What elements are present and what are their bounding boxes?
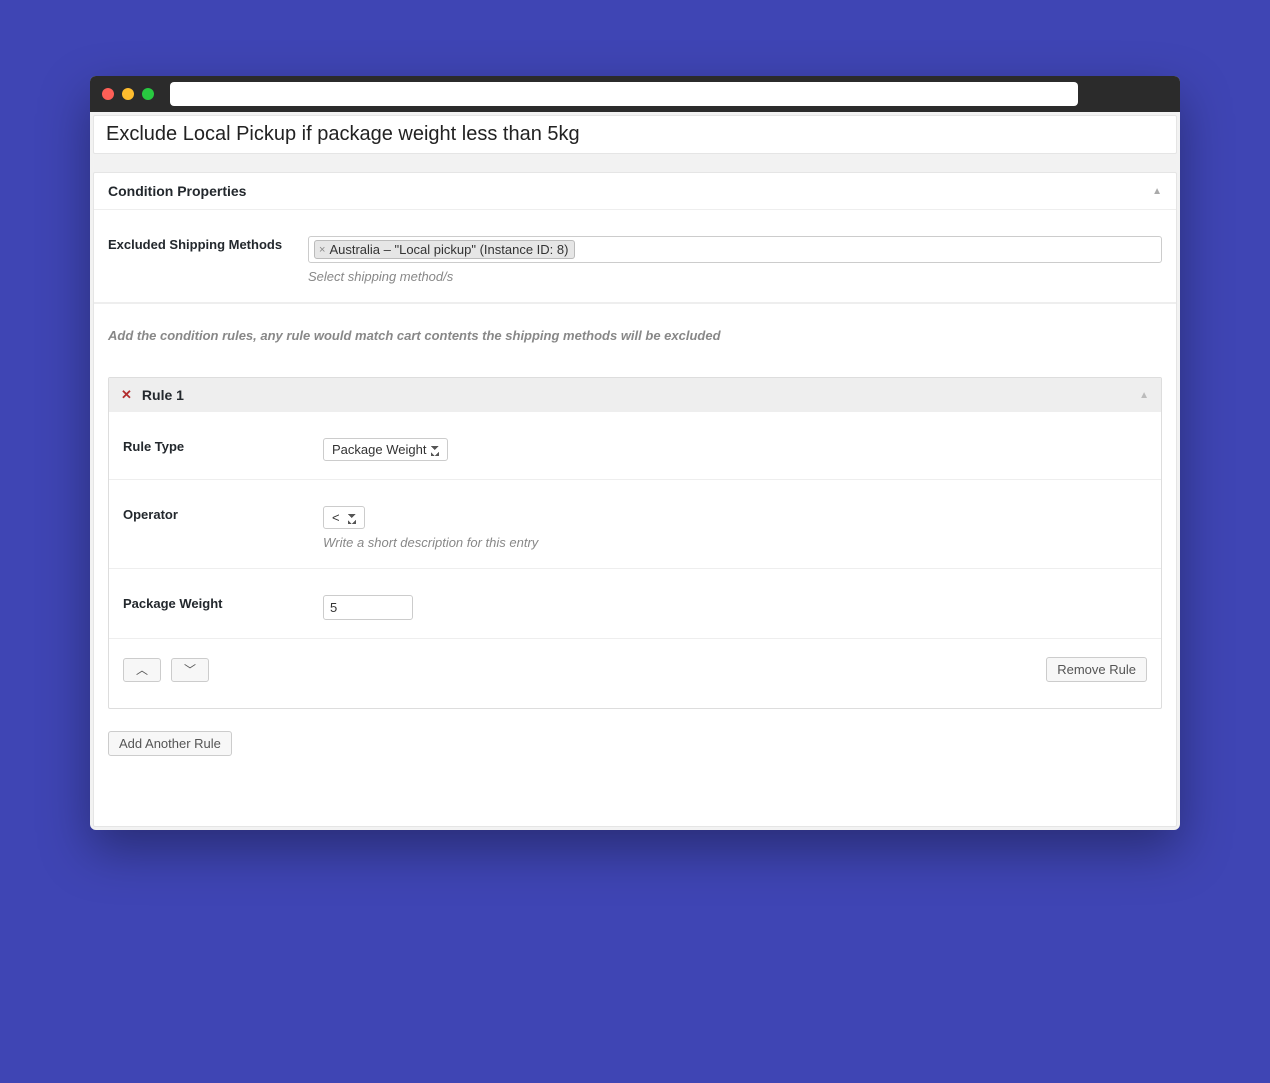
minimize-window-icon[interactable] bbox=[122, 88, 134, 100]
tag-label: Australia – "Local pickup" (Instance ID:… bbox=[329, 242, 568, 257]
rule-type-select[interactable]: Package Weight bbox=[323, 438, 448, 461]
rules-info-text: Add the condition rules, any rule would … bbox=[94, 303, 1176, 363]
rule-type-row: Rule Type Package Weight bbox=[109, 412, 1161, 480]
operator-row: Operator < Write a short description for… bbox=[109, 480, 1161, 569]
remove-rule-icon[interactable]: ✕ bbox=[121, 387, 132, 403]
page-title[interactable]: Exclude Local Pickup if package weight l… bbox=[93, 115, 1177, 154]
traffic-lights bbox=[102, 88, 154, 100]
excluded-methods-label: Excluded Shipping Methods bbox=[108, 236, 288, 284]
add-rule-button[interactable]: Add Another Rule bbox=[108, 731, 232, 756]
remove-tag-icon[interactable]: × bbox=[319, 244, 325, 256]
content-area: Exclude Local Pickup if package weight l… bbox=[90, 112, 1180, 830]
panel-body: Excluded Shipping Methods × Australia – … bbox=[94, 210, 1176, 826]
rule-title: Rule 1 bbox=[142, 387, 184, 403]
close-window-icon[interactable] bbox=[102, 88, 114, 100]
app-window: Exclude Local Pickup if package weight l… bbox=[90, 76, 1180, 830]
package-weight-label: Package Weight bbox=[123, 595, 303, 620]
window-titlebar bbox=[90, 76, 1180, 112]
excluded-methods-row: Excluded Shipping Methods × Australia – … bbox=[94, 210, 1176, 303]
operator-label: Operator bbox=[123, 506, 303, 550]
operator-hint: Write a short description for this entry bbox=[323, 535, 1147, 550]
shipping-method-tag[interactable]: × Australia – "Local pickup" (Instance I… bbox=[314, 240, 575, 259]
package-weight-input[interactable] bbox=[323, 595, 413, 620]
panel-header[interactable]: Condition Properties ▲ bbox=[94, 173, 1176, 210]
add-rule-row: Add Another Rule bbox=[94, 709, 1176, 826]
excluded-methods-hint: Select shipping method/s bbox=[308, 269, 1162, 284]
collapse-icon[interactable]: ▲ bbox=[1152, 186, 1162, 197]
operator-select[interactable]: < bbox=[323, 506, 365, 529]
package-weight-row: Package Weight bbox=[109, 569, 1161, 639]
move-down-button[interactable]: ﹀ bbox=[171, 658, 209, 682]
condition-panel: Condition Properties ▲ Excluded Shipping… bbox=[93, 172, 1177, 827]
maximize-window-icon[interactable] bbox=[142, 88, 154, 100]
rule-type-label: Rule Type bbox=[123, 438, 303, 461]
address-bar[interactable] bbox=[170, 82, 1078, 106]
rule-footer: ︿ ﹀ Remove Rule bbox=[109, 639, 1161, 708]
excluded-methods-input[interactable]: × Australia – "Local pickup" (Instance I… bbox=[308, 236, 1162, 263]
move-up-button[interactable]: ︿ bbox=[123, 658, 161, 682]
chevron-up-icon: ︿ bbox=[136, 663, 148, 677]
chevron-down-icon: ﹀ bbox=[184, 663, 196, 677]
rule-1-box: ✕ Rule 1 ▲ Rule Type Package Weight bbox=[108, 377, 1162, 709]
rule-header[interactable]: ✕ Rule 1 ▲ bbox=[109, 378, 1161, 412]
rule-collapse-icon[interactable]: ▲ bbox=[1139, 390, 1149, 401]
remove-rule-button[interactable]: Remove Rule bbox=[1046, 657, 1147, 682]
panel-header-label: Condition Properties bbox=[108, 183, 246, 199]
